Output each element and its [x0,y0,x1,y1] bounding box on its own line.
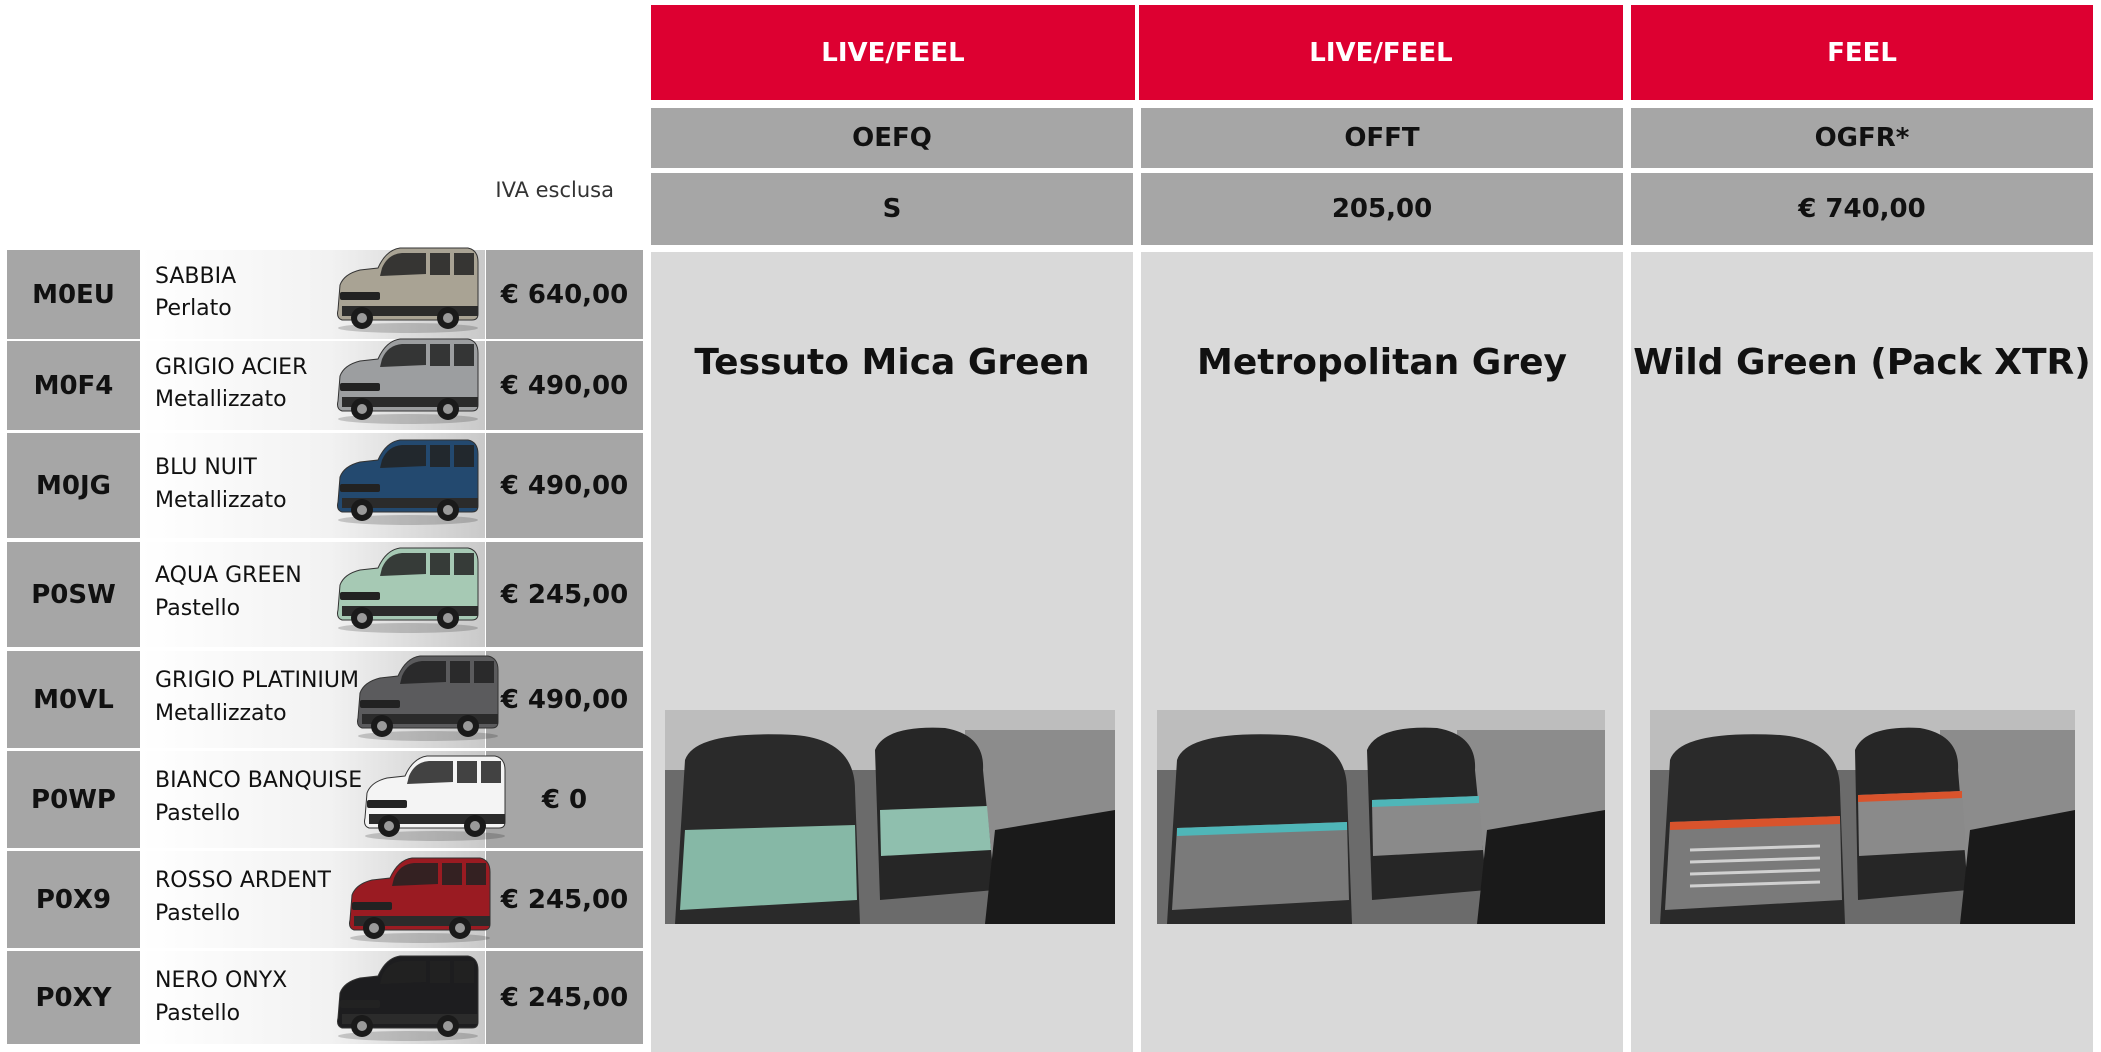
option-panel-3: Wild Green (Pack XTR) [1631,252,2093,1052]
color-price: € 245,00 [486,851,643,948]
color-finish: Metallizzato [155,701,287,726]
option-panel-2: Metropolitan Grey [1141,252,1623,1052]
option-title: Metropolitan Grey [1197,342,1567,383]
car-thumbnail [337,547,479,633]
color-name: ROSSO ARDENT [155,868,331,893]
color-name: AQUA GREEN [155,563,302,588]
vat-note: IVA esclusa [495,178,614,202]
color-finish: Metallizzato [155,488,287,513]
option-panel-1: Tessuto Mica Green [651,252,1133,1052]
car-thumbnail [337,955,479,1041]
color-price: € 490,00 [486,651,643,748]
car-thumbnail [357,655,499,741]
color-finish: Pastello [155,1001,241,1026]
color-code: M0JG [7,433,140,538]
color-price: € 245,00 [486,951,643,1044]
color-finish: Pastello [155,596,241,621]
color-code: M0EU [7,250,140,339]
car-thumbnail [337,247,479,333]
color-finish: Metallizzato [155,387,287,412]
option-title: Tessuto Mica Green [694,342,1090,383]
car-thumbnail [337,338,479,424]
color-code: P0XY [7,951,140,1044]
option-code-3: OGFR* [1631,108,2093,168]
color-price: € 490,00 [486,433,643,538]
color-price: € 490,00 [486,341,643,430]
option-price-1: S [651,173,1133,245]
trim-header-1: LIVE/FEEL [651,5,1135,100]
color-price: € 0 [486,751,643,848]
color-price: € 640,00 [486,250,643,339]
car-thumbnail [337,439,479,525]
trim-header-3: FEEL [1631,5,2093,100]
color-finish: Pastello [155,801,241,826]
color-name: GRIGIO PLATINIUM [155,668,359,693]
car-thumbnail [364,755,506,841]
seat-fabric-image [665,710,1115,924]
seat-fabric-image [1157,710,1605,924]
color-code: M0VL [7,651,140,748]
color-code: P0WP [7,751,140,848]
seat-fabric-image [1650,710,2075,924]
option-price-2: 205,00 [1141,173,1623,245]
color-finish: Perlato [155,296,232,321]
color-name: SABBIA [155,264,237,289]
option-code-1: OEFQ [651,108,1133,168]
option-title: Wild Green (Pack XTR) [1633,342,2091,383]
color-name: GRIGIO ACIER [155,355,308,380]
car-thumbnail [349,857,491,943]
trim-header-2: LIVE/FEEL [1139,5,1623,100]
color-code: M0F4 [7,341,140,430]
color-name: BLU NUIT [155,455,257,480]
color-code: P0X9 [7,851,140,948]
color-price: € 245,00 [486,542,643,647]
option-code-2: OFFT [1141,108,1623,168]
color-name: BIANCO BANQUISE [155,768,363,793]
option-price-3: € 740,00 [1631,173,2093,245]
color-name: NERO ONYX [155,968,288,993]
color-code: P0SW [7,542,140,647]
color-finish: Pastello [155,901,241,926]
